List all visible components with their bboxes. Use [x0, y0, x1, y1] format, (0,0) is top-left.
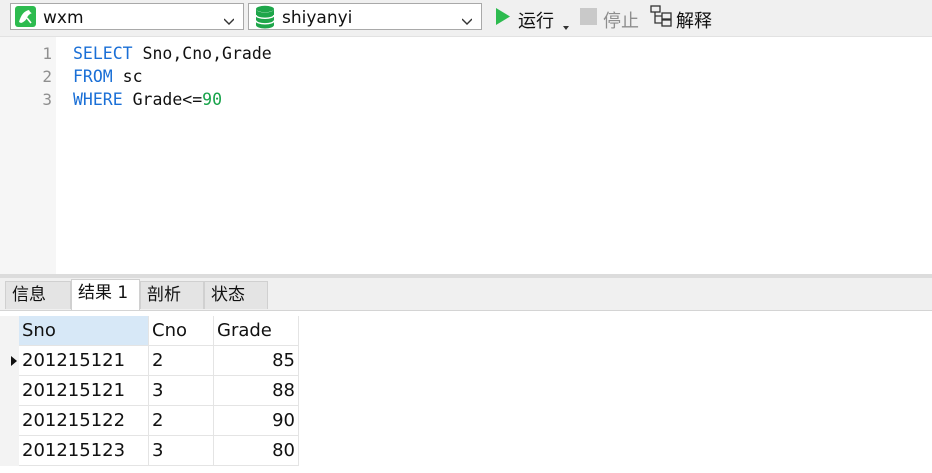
code-line: SELECT Sno,Cno,Grade — [73, 44, 272, 63]
row-indicator[interactable] — [0, 406, 19, 436]
code-line: WHERE Grade<=90 — [73, 90, 222, 109]
connection-name: wxm — [43, 8, 84, 28]
chevron-down-icon — [461, 12, 473, 25]
connection-select[interactable]: wxm — [10, 3, 244, 30]
database-name: shiyanyi — [282, 8, 353, 28]
explain-button[interactable]: 解释 — [648, 4, 718, 32]
table-cell[interactable]: 85 — [214, 346, 299, 376]
sql-keyword: SELECT — [73, 44, 133, 63]
code-line: FROM sc — [73, 67, 143, 86]
result-tabs: 信息 结果 1 剖析 状态 — [0, 278, 932, 311]
table-cell[interactable]: 201215123 — [19, 436, 149, 466]
tab-profile[interactable]: 剖析 — [140, 281, 204, 309]
table-cell[interactable]: 88 — [214, 376, 299, 406]
result-grid: Sno Cno Grade 201215121 2 85 201215121 3… — [0, 311, 932, 473]
caret-down-icon[interactable] — [563, 15, 569, 34]
table-cell[interactable]: 2 — [149, 346, 214, 376]
chevron-down-icon — [223, 12, 235, 25]
table-cell[interactable]: 201215121 — [19, 346, 149, 376]
run-label: 运行 — [518, 11, 554, 32]
row-header-corner — [0, 316, 19, 346]
stop-label: 停止 — [603, 11, 639, 32]
database-stack-icon — [255, 5, 275, 29]
table-cell[interactable]: 80 — [214, 436, 299, 466]
column-header-grade[interactable]: Grade — [214, 316, 299, 346]
table-cell[interactable]: 3 — [149, 376, 214, 406]
tab-info[interactable]: 信息 — [5, 281, 71, 309]
table-cell[interactable]: 2 — [149, 406, 214, 436]
line-number: 1 — [42, 44, 52, 63]
table-cell[interactable]: 201215122 — [19, 406, 149, 436]
stop-button[interactable]: 停止 — [580, 4, 642, 32]
column-header-sno[interactable]: Sno — [19, 316, 149, 346]
table-cell[interactable]: 3 — [149, 436, 214, 466]
column-header-cno[interactable]: Cno — [149, 316, 214, 346]
line-number: 2 — [42, 67, 52, 86]
sql-editor[interactable]: 1 2 3 SELECT Sno,Cno,Grade FROM sc WHERE… — [0, 37, 932, 274]
row-indicator[interactable] — [0, 346, 19, 376]
stop-square-icon — [580, 8, 597, 29]
table-cell[interactable]: 201215121 — [19, 376, 149, 406]
explain-label: 解释 — [676, 11, 712, 32]
explain-tree-icon — [650, 5, 674, 31]
run-button[interactable]: 运行 — [492, 4, 574, 32]
database-select[interactable]: shiyanyi — [248, 3, 482, 30]
sql-keyword: FROM — [73, 67, 113, 86]
mysql-dolphin-icon — [15, 6, 36, 27]
sql-text: sc — [112, 67, 143, 86]
line-number: 3 — [42, 90, 52, 109]
sql-number: 90 — [202, 90, 223, 109]
table-cell[interactable]: 90 — [214, 406, 299, 436]
tab-status[interactable]: 状态 — [204, 281, 268, 309]
play-icon — [494, 7, 512, 30]
sql-text: Sno,Cno,Grade — [132, 44, 272, 63]
tab-result-1[interactable]: 结果 1 — [71, 279, 140, 310]
line-number-gutter: 1 2 3 — [0, 37, 56, 274]
toolbar: wxm shiyanyi 运行 停止 解释 — [0, 0, 932, 37]
row-indicator[interactable] — [0, 376, 19, 406]
sql-keyword: WHERE — [73, 90, 123, 109]
current-row-arrow-icon — [11, 356, 17, 366]
row-indicator[interactable] — [0, 436, 19, 466]
sql-text: Grade<= — [122, 90, 203, 109]
